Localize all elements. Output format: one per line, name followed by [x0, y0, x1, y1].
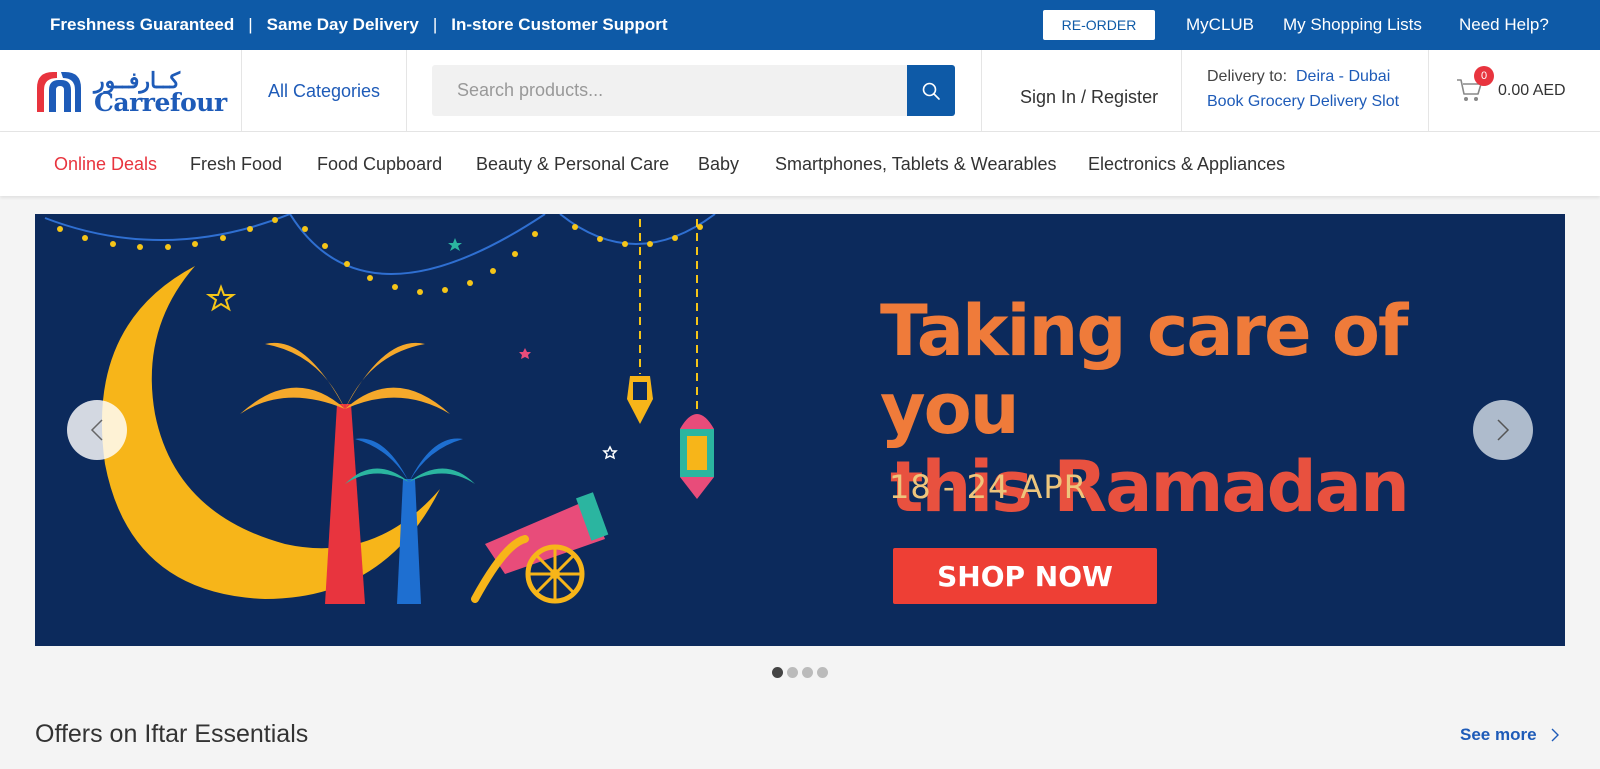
nav-smartphones-tablets-wearables[interactable]: Smartphones, Tablets & Wearables	[775, 132, 1057, 196]
divider	[241, 50, 242, 132]
nav-online-deals[interactable]: Online Deals	[54, 132, 157, 196]
carousel-prev-button[interactable]	[67, 400, 127, 460]
nav-food-cupboard[interactable]: Food Cupboard	[317, 132, 442, 196]
promo-strip: Freshness Guaranteed | Same Day Delivery…	[50, 0, 668, 50]
carousel-dots	[772, 667, 828, 678]
divider	[406, 50, 407, 132]
divider	[1181, 50, 1182, 132]
cart-count-badge: 0	[1474, 66, 1494, 86]
top-bar: Freshness Guaranteed | Same Day Delivery…	[0, 0, 1600, 50]
hero-banner[interactable]: Taking care of you this Ramadan 18 - 24 …	[35, 214, 1565, 646]
carousel-next-button[interactable]	[1473, 400, 1533, 460]
book-delivery-slot-link[interactable]: Book Grocery Delivery Slot	[1207, 93, 1399, 111]
promo-instore-support: In-store Customer Support	[451, 15, 668, 34]
cart-total[interactable]: 0.00 AED	[1498, 50, 1566, 132]
carousel-dot[interactable]	[802, 667, 813, 678]
carousel-dot[interactable]	[772, 667, 783, 678]
nav-beauty-personal-care[interactable]: Beauty & Personal Care	[476, 132, 669, 196]
all-categories-button[interactable]: All Categories	[268, 50, 380, 132]
carousel-dot[interactable]	[817, 667, 828, 678]
search-button[interactable]	[907, 65, 955, 116]
myclub-link[interactable]: MyCLUB	[1186, 0, 1254, 50]
section-title: Offers on Iftar Essentials	[35, 720, 309, 748]
nav-electronics-appliances[interactable]: Electronics & Appliances	[1088, 132, 1285, 196]
promo-separator: |	[432, 15, 438, 34]
chevron-left-icon	[90, 419, 103, 441]
need-help-link[interactable]: Need Help?	[1459, 0, 1549, 50]
sign-in-register-link[interactable]: Sign In / Register	[1020, 50, 1158, 144]
promo-same-day: Same Day Delivery	[266, 15, 419, 34]
carousel-dot[interactable]	[787, 667, 798, 678]
divider	[1428, 50, 1429, 132]
nav-baby[interactable]: Baby	[698, 132, 739, 196]
shopping-lists-link[interactable]: My Shopping Lists	[1283, 0, 1422, 50]
delivery-location-link[interactable]: Deira - Dubai	[1296, 68, 1390, 86]
see-more-label: See more	[1460, 725, 1537, 744]
banner-headline-line1: Taking care of you	[880, 290, 1408, 450]
logo-text-english: Carrefour	[94, 88, 227, 117]
chevron-right-icon	[1497, 419, 1510, 441]
carrefour-logo-icon	[37, 72, 81, 112]
search-input[interactable]	[432, 65, 908, 116]
see-more-link[interactable]: See more	[1460, 725, 1559, 745]
header: كــارفــور Carrefour All Categories Sign…	[0, 50, 1600, 132]
delivery-label: Delivery to:	[1207, 68, 1288, 85]
divider	[981, 50, 982, 132]
nav-fresh-food[interactable]: Fresh Food	[190, 132, 282, 196]
category-nav: Online Deals Fresh Food Food Cupboard Be…	[0, 132, 1600, 196]
chevron-right-icon	[1551, 728, 1559, 742]
promo-separator: |	[248, 15, 253, 34]
search-icon	[922, 82, 940, 100]
promo-freshness: Freshness Guaranteed	[50, 15, 235, 34]
ramadan-illustration	[44, 214, 716, 604]
banner-dates: 18 - 24 APR	[889, 468, 1087, 506]
reorder-button[interactable]: RE-ORDER	[1043, 10, 1155, 40]
carrefour-logo[interactable]: كــارفــور Carrefour	[35, 68, 227, 117]
shop-now-button[interactable]: SHOP NOW	[893, 548, 1157, 604]
